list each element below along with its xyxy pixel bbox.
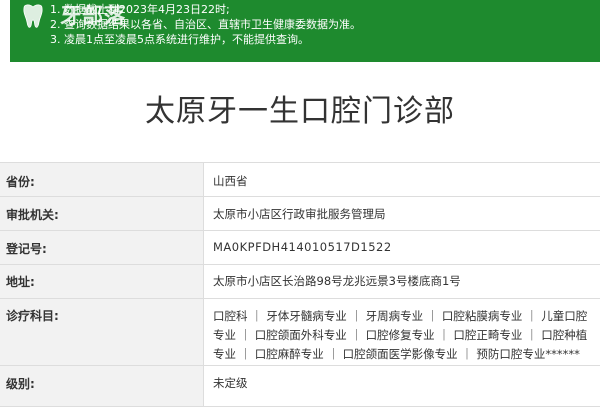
province-label: 省份: bbox=[0, 163, 204, 196]
level-value: 未定级 bbox=[213, 376, 248, 390]
clinic-info-table: 省份: 山西省 审批机关: 太原市小店区行政审批服务管理局 登记号: MA0KP… bbox=[0, 162, 600, 407]
info-row-registration: 登记号: MA0KPFDH414010517D1522 bbox=[0, 231, 600, 265]
address-value: 太原市小店区长治路98号龙兆远景3号楼底商1号 bbox=[213, 274, 461, 288]
registration-label: 登记号: bbox=[0, 231, 204, 264]
authority-value: 太原市小店区行政审批服务管理局 bbox=[213, 207, 386, 221]
info-row-subjects: 诊疗科目: 口腔科 ｜ 牙体牙髓病专业 ｜ 牙周病专业 ｜ 口腔粘膜病专业 ｜ … bbox=[0, 299, 600, 366]
notice-line: 3. 凌晨1点至凌晨5点系统进行维护，不能提供查询。 bbox=[50, 33, 309, 46]
level-label: 级别: bbox=[0, 366, 204, 406]
province-value: 山西省 bbox=[213, 174, 248, 188]
registration-value: MA0KPFDH414010517D1522 bbox=[213, 240, 392, 254]
subjects-label: 诊疗科目: bbox=[0, 299, 204, 365]
page-title: 太原牙一生口腔门诊部 bbox=[145, 94, 455, 129]
address-label: 地址: bbox=[0, 265, 204, 298]
subjects-value: 口腔科 ｜ 牙体牙髓病专业 ｜ 牙周病专业 ｜ 口腔粘膜病专业 ｜ 儿童口腔专业… bbox=[213, 309, 588, 361]
notice-banner: 牙部落 1. 数据截止到2023年4月23日22时; 2. 查询数据结果以各省、… bbox=[10, 0, 600, 62]
notice-line: 1. 数据截止到2023年4月23日22时; bbox=[50, 3, 230, 16]
info-row-level: 级别: 未定级 bbox=[0, 366, 600, 407]
info-row-province: 省份: 山西省 bbox=[0, 162, 600, 197]
info-row-authority: 审批机关: 太原市小店区行政审批服务管理局 bbox=[0, 197, 600, 231]
notice-lines: 1. 数据截止到2023年4月23日22时; 2. 查询数据结果以各省、自治区、… bbox=[50, 2, 600, 47]
authority-label: 审批机关: bbox=[0, 197, 204, 230]
tooth-logo-icon bbox=[23, 4, 43, 28]
notice-line: 2. 查询数据结果以各省、自治区、直辖市卫生健康委数据为准。 bbox=[50, 18, 361, 31]
info-row-address: 地址: 太原市小店区长治路98号龙兆远景3号楼底商1号 bbox=[0, 265, 600, 299]
